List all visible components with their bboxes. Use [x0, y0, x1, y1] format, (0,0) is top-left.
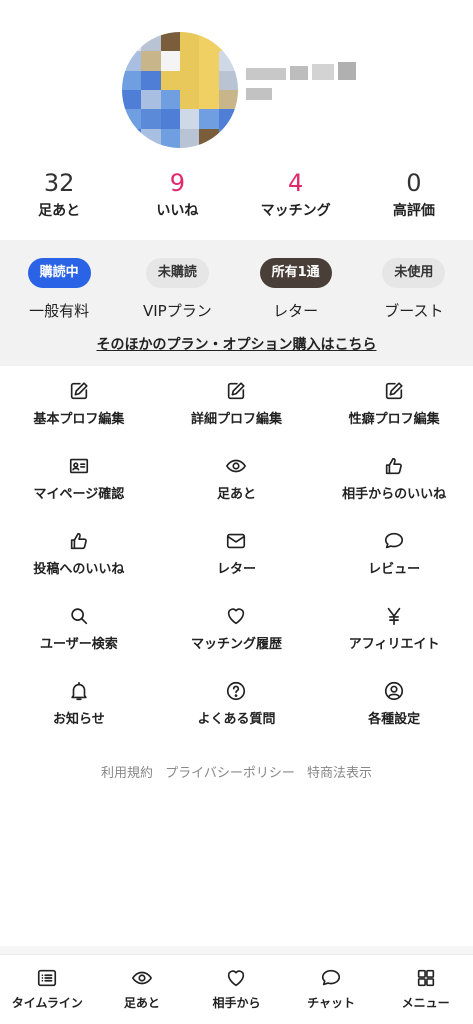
bottom-nav: タイムライン 足あと 相手から チャット メニュー [0, 954, 473, 1024]
menu-item[interactable]: 足あと [158, 453, 316, 528]
commercial-law-link[interactable]: 特商法表示 [307, 766, 372, 781]
stat-value: 4 [287, 169, 304, 197]
menu-grid: 基本プロフ編集 詳細プロフ編集 性癖プロフ編集マイページ確認 足あと 相手からのいいね投… [0, 378, 473, 753]
stat-likes[interactable]: 9 いいね [118, 168, 236, 220]
menu-item[interactable]: 投稿へのいいね [0, 528, 158, 603]
menu-item-label: マッチング履歴 [190, 637, 282, 652]
plan-general[interactable]: 購読中 一般有料 [0, 258, 118, 321]
edit-icon [70, 382, 88, 400]
menu-item-label: よくある質問 [197, 712, 276, 727]
thumbs-up-icon [70, 532, 87, 550]
menu-item-label: お知らせ [52, 712, 105, 727]
menu-item[interactable]: レビュー [315, 528, 473, 603]
plan-badge: 購読中 [27, 258, 91, 288]
menu-item-label: 詳細プロフ編集 [190, 412, 282, 427]
chat-bubble-icon [322, 969, 341, 986]
edit-icon [385, 382, 403, 400]
plans-section: 購読中 一般有料 未購読 VIPプラン 所有1通 レター 未使用 ブースト その… [0, 240, 473, 366]
stat-value: 32 [43, 169, 75, 197]
grid-icon [417, 969, 434, 987]
plan-vip[interactable]: 未購読 VIPプラン [118, 258, 236, 321]
stat-value: 0 [406, 169, 422, 197]
menu-item-label: レビュー [368, 562, 421, 577]
menu-item-label: 性癖プロフ編集 [348, 412, 440, 427]
profile-header: 32 足あと 9 いいね 4 マッチング 0 高評価 [0, 0, 473, 240]
menu-item[interactable]: アフィリエイト [315, 603, 473, 678]
search-icon [71, 608, 87, 625]
footer-links: 利用規約 プライバシーポリシー 特商法表示 [0, 762, 473, 781]
menu-item-label: ユーザー検索 [39, 637, 118, 652]
nav-item-label: タイムライン [11, 996, 83, 1010]
plan-label: 一般有料 [29, 302, 90, 320]
envelope-icon [227, 533, 246, 549]
stat-value: 9 [169, 169, 186, 197]
stat-high-rating[interactable]: 0 高評価 [355, 168, 473, 220]
heart-icon [228, 970, 245, 987]
menu-item[interactable]: 相手からのいいね [315, 453, 473, 528]
menu-item[interactable]: マッチング履歴 [158, 603, 316, 678]
menu-section: 基本プロフ編集 詳細プロフ編集 性癖プロフ編集マイページ確認 足あと 相手からのいいね投… [0, 366, 473, 946]
menu-item-label: アフィリエイト [348, 637, 440, 652]
user-circle-icon [385, 681, 404, 701]
stats-row: 32 足あと 9 いいね 4 マッチング 0 高評価 [0, 168, 473, 220]
nav-item[interactable]: チャット [284, 955, 379, 1024]
stat-label: いいね [156, 203, 199, 219]
plan-badge: 未使用 [382, 258, 446, 288]
menu-item[interactable]: 各種設定 [315, 678, 473, 753]
plan-label: レター [273, 302, 319, 320]
bell-icon [71, 681, 87, 701]
plan-label: ブースト [384, 302, 444, 320]
nav-item[interactable]: メニュー [378, 955, 473, 1024]
nav-item-label: 相手から [212, 996, 261, 1010]
stat-label: マッチング [260, 203, 331, 219]
menu-item-label: 各種設定 [368, 712, 421, 727]
other-plans-link[interactable]: そのほかのプラン・オプション購入はこちら [0, 334, 473, 354]
plan-badge: 所有1通 [259, 258, 332, 288]
menu-item[interactable]: ユーザー検索 [0, 603, 158, 678]
terms-link[interactable]: 利用規約 [101, 766, 153, 781]
plan-label: VIPプラン [143, 302, 212, 320]
heart-icon [228, 608, 245, 625]
menu-item[interactable]: 詳細プロフ編集 [158, 378, 316, 453]
nav-item-label: 足あと [123, 996, 160, 1010]
eye-icon [131, 971, 152, 985]
nav-item[interactable]: 相手から [189, 955, 284, 1024]
plan-boost[interactable]: 未使用 ブースト [355, 258, 473, 321]
menu-item-label: 相手からのいいね [342, 487, 447, 502]
list-icon [38, 969, 57, 987]
stat-label: 足あと [38, 203, 81, 219]
stat-matching[interactable]: 4 マッチング [237, 168, 355, 220]
nav-item[interactable]: 足あと [95, 955, 190, 1024]
privacy-policy-link[interactable]: プライバシーポリシー [165, 766, 295, 781]
menu-item[interactable]: よくある質問 [158, 678, 316, 753]
menu-item-label: 投稿へのいいね [33, 562, 125, 577]
menu-item[interactable]: 基本プロフ編集 [0, 378, 158, 453]
menu-item[interactable]: 性癖プロフ編集 [315, 378, 473, 453]
edit-icon [228, 382, 246, 400]
nav-item-label: チャット [307, 996, 356, 1010]
stat-footprints[interactable]: 32 足あと [0, 168, 118, 220]
id-card-icon [69, 458, 88, 474]
stat-label: 高評価 [392, 203, 435, 219]
avatar[interactable] [122, 32, 238, 148]
menu-item[interactable]: お知らせ [0, 678, 158, 753]
plan-letter[interactable]: 所有1通 レター [237, 258, 355, 321]
plan-badge: 未購読 [145, 258, 209, 288]
thumbs-up-icon [385, 457, 403, 475]
chat-bubble-icon [385, 532, 404, 549]
user-name-blurred [246, 62, 356, 110]
menu-item-label: 足あと [216, 487, 256, 502]
menu-item-label: レター [216, 562, 256, 577]
menu-item-label: マイページ確認 [33, 487, 125, 502]
yen-icon [387, 607, 401, 626]
nav-item[interactable]: タイムライン [0, 955, 95, 1024]
eye-icon [226, 459, 247, 473]
menu-item[interactable]: レター [158, 528, 316, 603]
menu-item-label: 基本プロフ編集 [33, 412, 125, 427]
question-icon [227, 681, 246, 701]
nav-item-label: メニュー [401, 996, 450, 1010]
menu-item[interactable]: マイページ確認 [0, 453, 158, 528]
